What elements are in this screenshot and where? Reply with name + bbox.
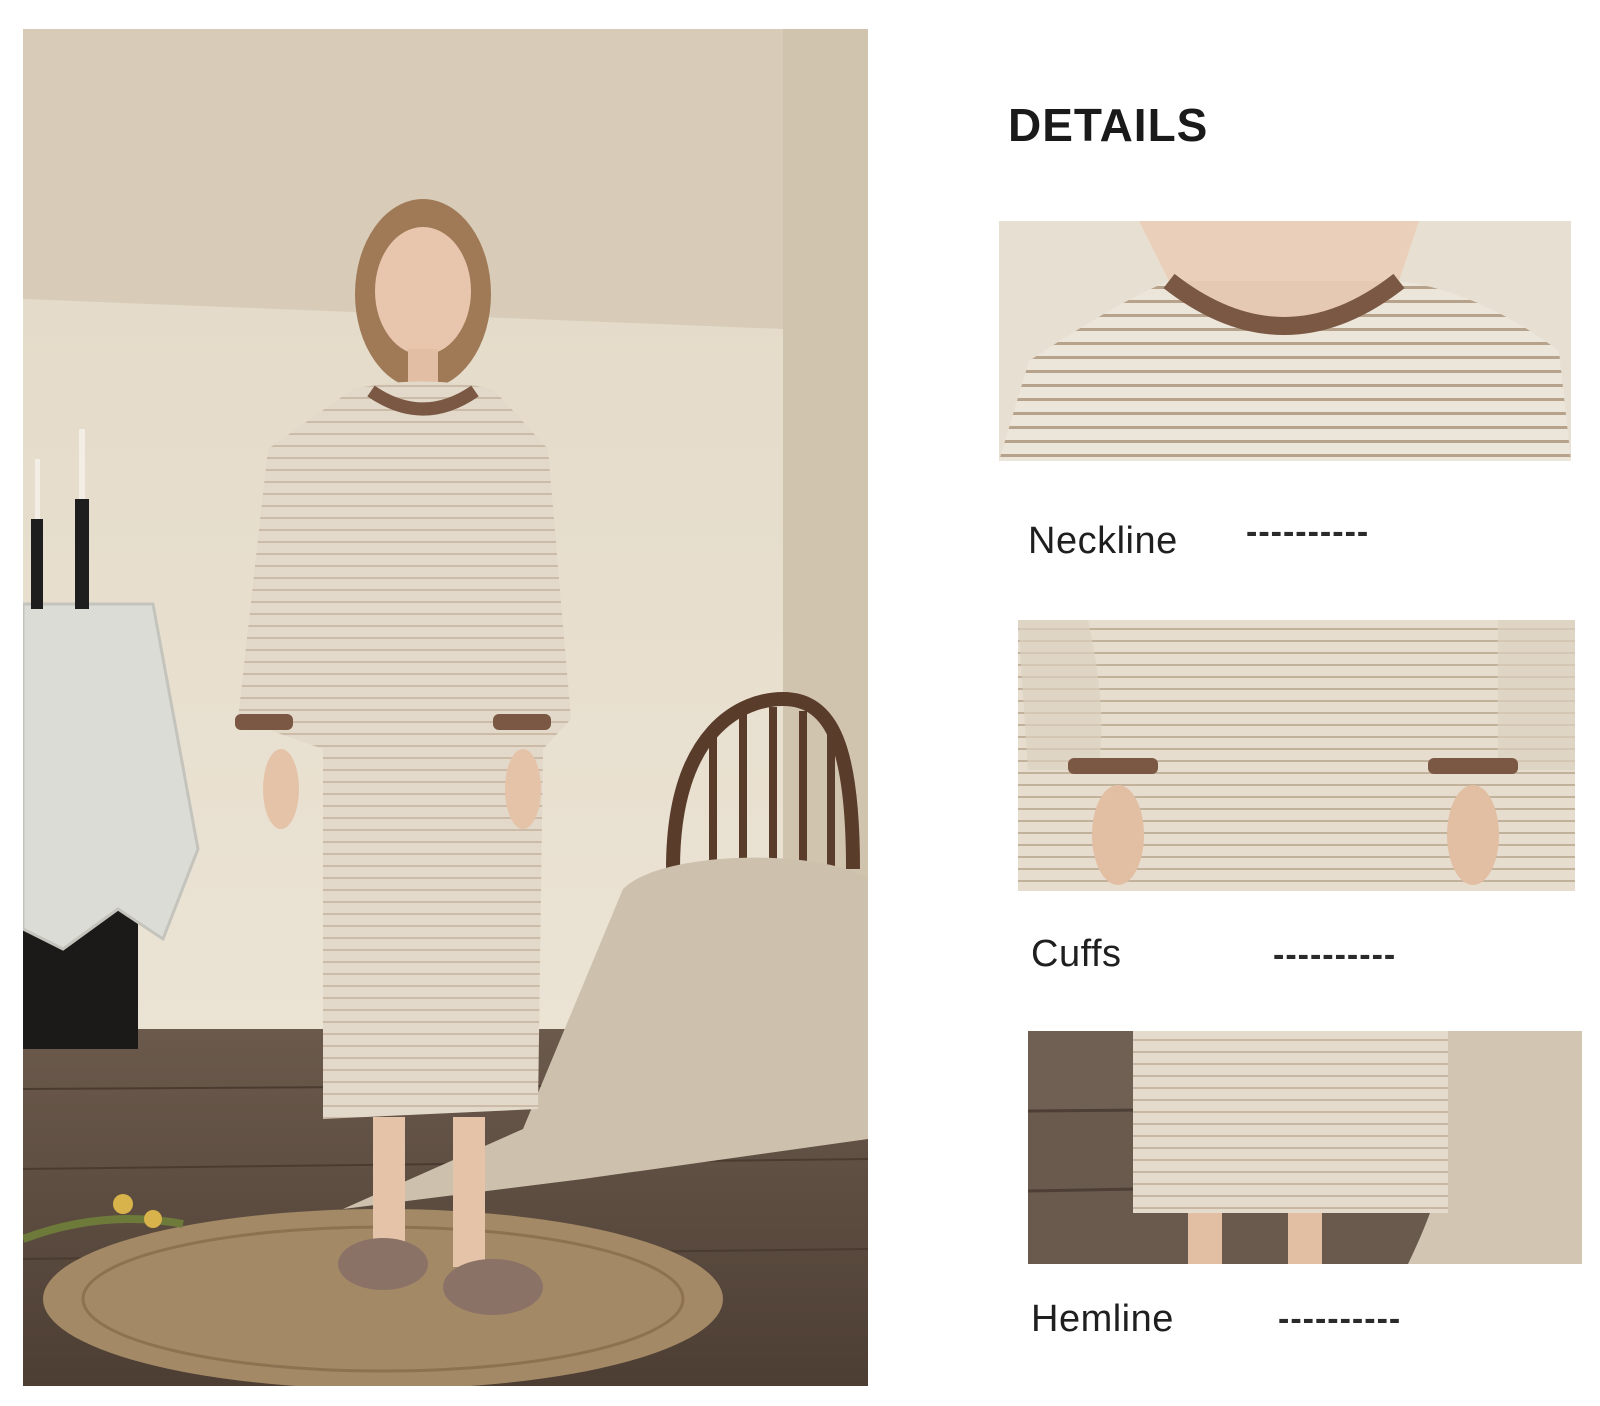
cuffs-dash-line: ---------- — [1273, 936, 1397, 974]
neckline-detail-photo — [999, 221, 1571, 461]
hemline-detail-photo — [1028, 1031, 1582, 1264]
cuffs-detail-photo — [1018, 620, 1575, 891]
hemline-label: Hemline — [1031, 1298, 1174, 1340]
details-heading: DETAILS — [1008, 99, 1209, 151]
hemline-illustration — [1028, 1031, 1582, 1264]
product-detail-page: DETAILS Neckline ---------- Cuffs ------… — [0, 0, 1600, 1406]
neckline-illustration — [999, 221, 1571, 461]
hemline-dash-line: ---------- — [1278, 1300, 1402, 1338]
cuffs-label: Cuffs — [1031, 933, 1122, 975]
cuffs-illustration — [1018, 620, 1575, 891]
neckline-label: Neckline — [1028, 520, 1178, 562]
model-photo-illustration — [23, 29, 868, 1386]
main-product-photo — [23, 29, 868, 1386]
neckline-dash-line: ---------- — [1246, 513, 1370, 551]
